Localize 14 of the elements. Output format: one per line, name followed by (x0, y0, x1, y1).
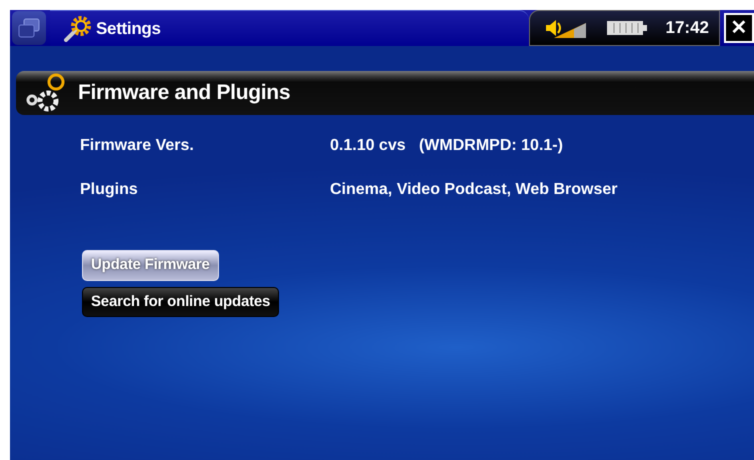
info-label: Firmware Vers. (80, 136, 195, 156)
gear-wrench-icon (64, 16, 92, 42)
battery-icon (606, 20, 648, 36)
window-title: Settings (96, 18, 161, 40)
info-label: Plugins (80, 180, 139, 200)
section-title: Firmware and Plugins (78, 80, 290, 106)
info-value: Cinema, Video Podcast, Web Browser (330, 180, 618, 200)
volume-icon (544, 17, 588, 39)
windows-button[interactable] (12, 11, 46, 45)
info-value: 0.1.10 cvs (WMDRMPD: 10.1-) (330, 136, 564, 156)
clock: 17:42 (666, 17, 709, 40)
windows-icon (18, 18, 40, 38)
close-button[interactable]: ✕ (724, 13, 754, 43)
menu-button[interactable]: Search for online updates (82, 286, 280, 317)
